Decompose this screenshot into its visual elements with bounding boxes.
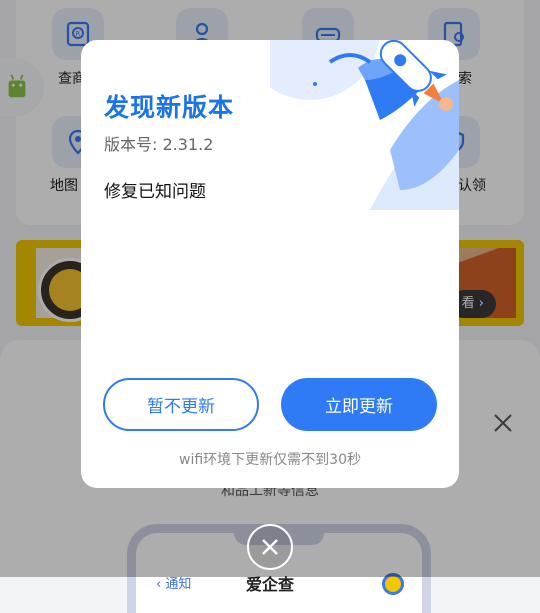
dismiss-dialog-button[interactable] bbox=[247, 524, 293, 570]
update-now-button[interactable]: 立即更新 bbox=[281, 378, 437, 431]
dialog-title: 发现新版本 bbox=[104, 93, 235, 122]
wifi-hint: wifi环境下更新仅需不到30秒 bbox=[179, 452, 361, 468]
not-now-button[interactable]: 暂不更新 bbox=[103, 378, 259, 431]
rocket-illustration bbox=[270, 40, 459, 210]
release-notes: 修复已知问题 bbox=[104, 182, 206, 202]
close-circle-icon bbox=[262, 539, 278, 555]
version-number: 版本号: 2.31.2 bbox=[104, 135, 214, 154]
